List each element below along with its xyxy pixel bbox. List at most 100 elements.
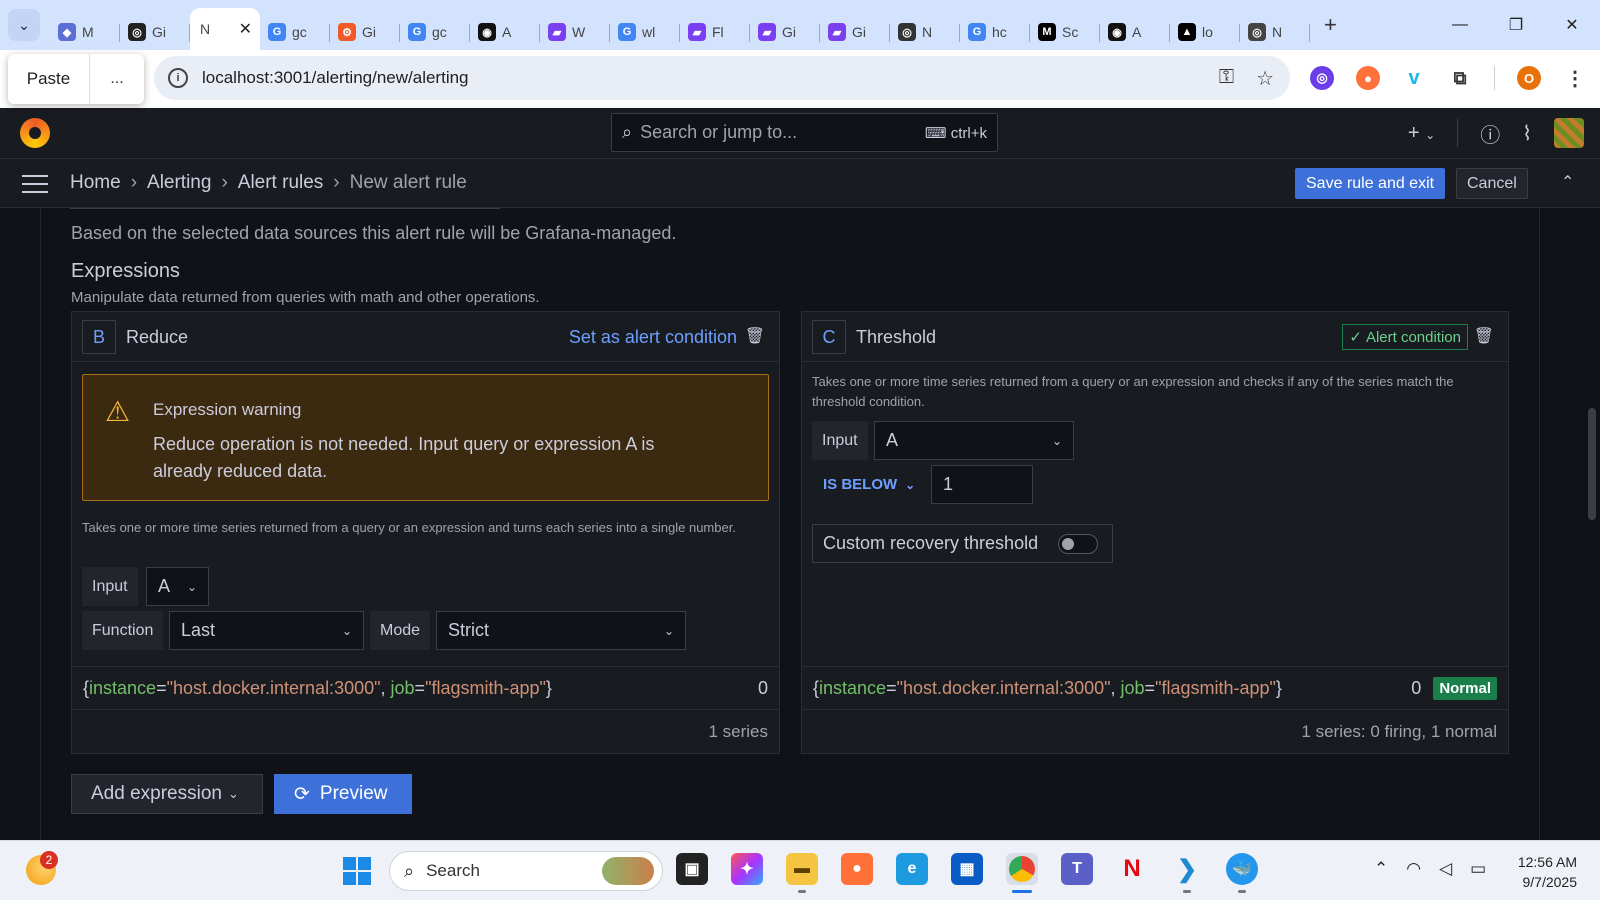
close-window-button[interactable]: ✕ xyxy=(1544,15,1600,35)
taskbar-search-input[interactable]: ⌕ Search xyxy=(389,851,663,891)
browser-tab[interactable]: ◆ M xyxy=(50,14,120,50)
extension-circle-icon[interactable]: ◎ xyxy=(1310,66,1334,90)
help-icon[interactable]: ⓘ xyxy=(1480,119,1500,148)
preview-button[interactable]: ⟳ Preview xyxy=(274,774,412,814)
store-icon[interactable]: ▦ xyxy=(951,853,983,885)
set-as-alert-condition-button[interactable]: Set as alert condition xyxy=(569,327,737,348)
tab-favicon-icon: ⚙ xyxy=(338,23,356,41)
browser-tab[interactable]: ◎ Gi xyxy=(120,14,190,50)
vimeo-extension-icon[interactable]: v xyxy=(1402,66,1426,90)
browser-tab[interactable]: ◉ A xyxy=(470,14,540,50)
card-header: C Threshold ✓ Alert condition 🗑 xyxy=(802,312,1508,362)
threshold-operator-select[interactable]: IS BELOW ⌄ xyxy=(823,476,915,493)
profile-avatar[interactable]: O xyxy=(1517,66,1541,90)
browser-tab[interactable]: ▰ W xyxy=(540,14,610,50)
input-select[interactable]: A ⌄ xyxy=(146,567,209,606)
trash-icon[interactable]: 🗑 xyxy=(1474,326,1494,346)
taskbar-clock[interactable]: 12:56 AM 9/7/2025 xyxy=(1505,852,1577,892)
user-avatar[interactable] xyxy=(1554,118,1584,148)
browser-tab[interactable]: ▲ lo xyxy=(1170,14,1240,50)
cancel-button[interactable]: Cancel xyxy=(1456,168,1528,199)
series-labels: {instance="host.docker.internal:3000", j… xyxy=(813,677,1282,698)
grafana-logo-icon[interactable] xyxy=(20,118,50,148)
save-rule-and-exit-button[interactable]: Save rule and exit xyxy=(1295,168,1446,199)
browser-tab-bar: ⌄ ◆ M ◎ Gi N ✕ Ggc ⚙ Gi Ggc ◉ A ▰ W Gwl ▰ Fl ▰ Gi ▰ Gi ◎ N Ghc M… xyxy=(0,0,1600,50)
minimize-button[interactable]: — xyxy=(1432,16,1488,34)
tray-overflow-chevron-icon[interactable]: ⌃ xyxy=(1374,859,1388,879)
netflix-icon[interactable]: N xyxy=(1116,853,1148,885)
password-key-icon[interactable]: ⚿ xyxy=(1219,66,1234,91)
series-value: 0 xyxy=(757,677,768,698)
bookmark-star-icon[interactable]: ☆ xyxy=(1256,66,1274,91)
expression-ref-id[interactable]: C xyxy=(812,320,846,354)
windows-start-icon[interactable] xyxy=(343,857,371,885)
add-expression-button[interactable]: Add expression ⌄ xyxy=(71,774,263,814)
wifi-icon[interactable]: ◠ xyxy=(1406,859,1421,879)
docker-icon[interactable]: 🐳 xyxy=(1226,853,1258,893)
browser-tab[interactable]: ◎ N xyxy=(1240,14,1310,50)
restore-button[interactable]: ❐ xyxy=(1488,15,1544,35)
tab-title: Gi xyxy=(152,24,166,40)
browser-tab[interactable]: M Sc xyxy=(1030,14,1100,50)
omnibox[interactable]: i localhost:3001/alerting/new/alerting ⚿… xyxy=(154,56,1290,100)
browser-tab[interactable]: ▰ Fl xyxy=(680,14,750,50)
browser-tab[interactable]: ◎ N xyxy=(890,14,960,50)
more-options-button[interactable]: ... xyxy=(90,70,144,88)
file-explorer-icon[interactable]: ▬ xyxy=(786,853,818,893)
browser-tab[interactable]: ▰ Gi xyxy=(750,14,820,50)
site-info-icon[interactable]: i xyxy=(168,68,188,88)
firefox-icon[interactable]: ● xyxy=(841,853,873,885)
threshold-value-input[interactable]: 1 xyxy=(931,465,1033,504)
new-tab-button[interactable]: + xyxy=(1324,12,1337,38)
search-input[interactable]: ⌕ Search or jump to... ⌨ ctrl+k xyxy=(611,113,998,152)
page-scrollbar[interactable] xyxy=(1588,408,1596,520)
browser-tab[interactable]: Ggc xyxy=(400,14,470,50)
browser-tab[interactable]: Gwl xyxy=(610,14,680,50)
edge-icon[interactable]: e xyxy=(896,853,928,885)
series-count: 1 series: 0 firing, 1 normal xyxy=(1301,722,1497,741)
refresh-icon: ⟳ xyxy=(294,783,310,805)
function-select[interactable]: Last ⌄ xyxy=(169,611,364,650)
breadcrumb-bar: Home › Alerting › Alert rules › New aler… xyxy=(0,159,1600,208)
breadcrumb-alert-rules[interactable]: Alert rules xyxy=(238,172,324,194)
paste-button[interactable]: Paste xyxy=(8,54,90,104)
expression-ref-id[interactable]: B xyxy=(82,320,116,354)
toolbar-divider xyxy=(1494,66,1495,90)
recovery-toggle[interactable] xyxy=(1058,533,1099,554)
vscode-icon[interactable]: ❯ xyxy=(1171,853,1203,893)
browser-tab[interactable]: ▰ Gi xyxy=(820,14,890,50)
menu-hamburger-icon[interactable] xyxy=(22,175,48,193)
volume-icon[interactable]: ◁ xyxy=(1439,859,1452,879)
tab-search-button[interactable]: ⌄ xyxy=(8,9,40,41)
breadcrumb-alerting[interactable]: Alerting xyxy=(147,172,211,194)
breadcrumb-home[interactable]: Home xyxy=(70,172,121,194)
browser-tab[interactable]: N ✕ xyxy=(190,8,260,50)
news-feed-icon[interactable]: ⌇ xyxy=(1522,121,1532,146)
tab-title: hc xyxy=(992,24,1007,40)
collapse-chevron-up-icon[interactable]: ⌃ xyxy=(1561,172,1574,192)
series-value: 0 xyxy=(1411,677,1422,698)
recovery-label: Custom recovery threshold xyxy=(823,533,1039,553)
browser-tab[interactable]: ◉ A xyxy=(1100,14,1170,50)
url-text[interactable]: localhost:3001/alerting/new/alerting xyxy=(202,68,469,88)
mode-select[interactable]: Strict ⌄ xyxy=(436,611,686,650)
browser-menu-icon[interactable]: ⋮ xyxy=(1563,66,1587,90)
chrome-icon[interactable] xyxy=(1006,853,1038,893)
teams-icon[interactable]: T xyxy=(1061,853,1093,885)
trash-icon[interactable]: 🗑 xyxy=(745,326,765,346)
alert-condition-badge: ✓ Alert condition xyxy=(1342,324,1468,350)
browser-tab[interactable]: Ghc xyxy=(960,14,1030,50)
add-new-dropdown[interactable]: + ⌄ xyxy=(1408,122,1435,145)
browser-tab[interactable]: Ggc xyxy=(260,14,330,50)
close-tab-icon[interactable]: ✕ xyxy=(239,19,252,39)
copilot-icon[interactable]: ✦ xyxy=(731,853,763,885)
browser-tab[interactable]: ⚙ Gi xyxy=(330,14,400,50)
task-view-icon[interactable]: ▣ xyxy=(676,853,708,885)
extensions-puzzle-icon[interactable]: ⧉ xyxy=(1448,66,1472,90)
reduce-expression-card: B Reduce Set as alert condition 🗑 ⚠ Expr… xyxy=(71,311,780,754)
tab-favicon-icon: ◎ xyxy=(128,23,146,41)
input-select[interactable]: A ⌄ xyxy=(874,421,1074,460)
battery-icon[interactable]: ▭ xyxy=(1470,859,1486,879)
expressions-title: Expressions xyxy=(71,260,180,282)
firefox-extension-icon[interactable]: ● xyxy=(1356,66,1380,90)
